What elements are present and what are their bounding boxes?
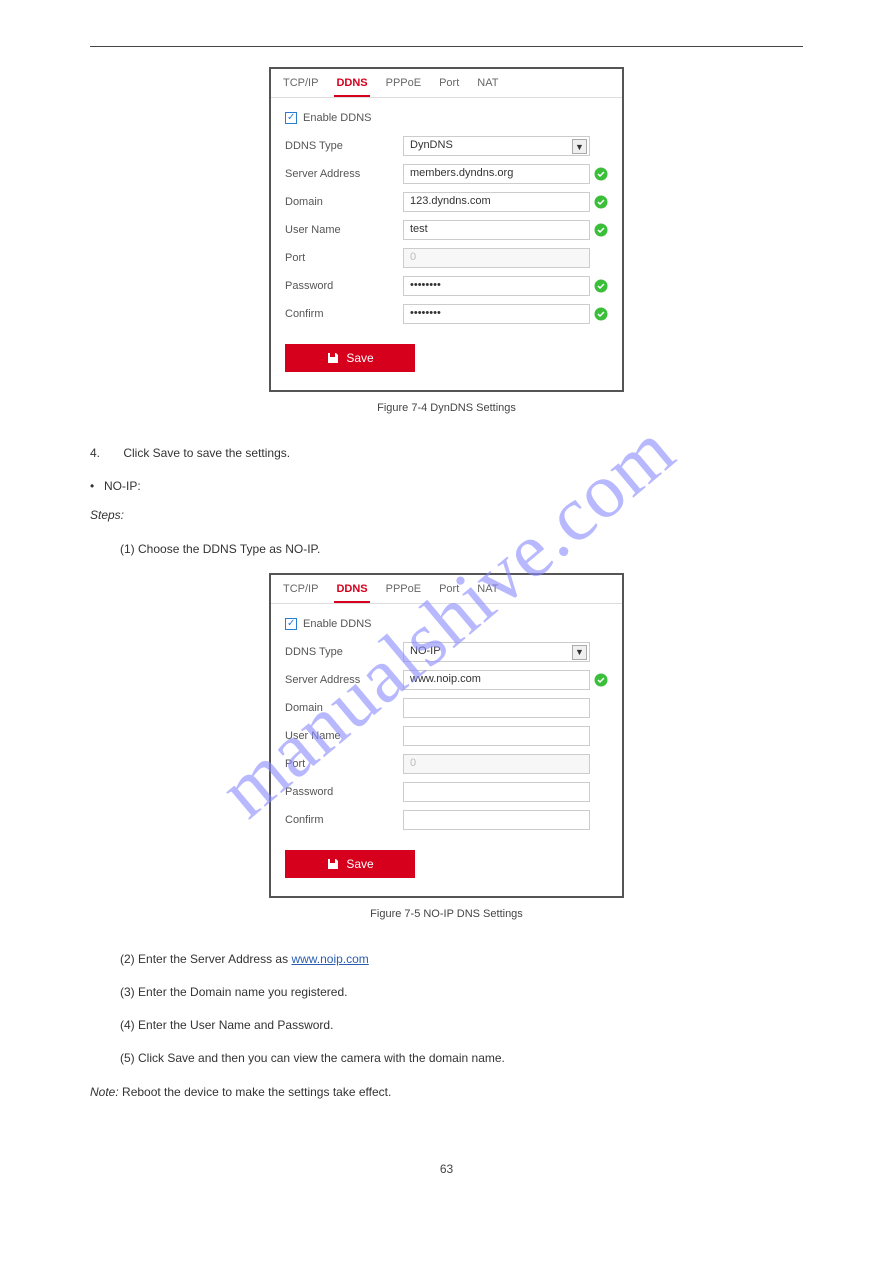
tab-ddns[interactable]: DDNS	[334, 583, 369, 603]
confirm-label: Confirm	[285, 308, 403, 320]
noip-step-4: (4) Enter the User Name and Password.	[120, 1016, 803, 1035]
domain-input[interactable]: 123.dyndns.com	[403, 192, 590, 212]
tab-pppoe[interactable]: PPPoE	[384, 583, 423, 603]
ddns-type-label: DDNS Type	[285, 646, 403, 658]
figure-caption-1: Figure 7-4 DynDNS Settings	[90, 402, 803, 414]
noip-step-2: (2) Enter the Server Address as www.noip…	[120, 950, 803, 969]
password-label: Password	[285, 280, 403, 292]
server-address-input[interactable]: www.noip.com	[403, 670, 590, 690]
tab-port[interactable]: Port	[437, 77, 461, 97]
figure-caption-2: Figure 7-5 NO-IP DNS Settings	[90, 908, 803, 920]
noip-heading: •NO-IP:	[90, 477, 803, 496]
tab-pppoe[interactable]: PPPoE	[384, 77, 423, 97]
tab-ddns[interactable]: DDNS	[334, 77, 369, 97]
ddns-type-select[interactable]: NO-IP ▼	[403, 642, 590, 662]
tab-port[interactable]: Port	[437, 583, 461, 603]
save-icon	[326, 857, 340, 871]
save-button[interactable]: Save	[285, 850, 415, 878]
noip-step-1: (1) Choose the DDNS Type as NO-IP.	[120, 540, 803, 559]
ddns-type-value: NO-IP	[410, 645, 441, 657]
valid-icon	[594, 307, 608, 321]
port-input[interactable]: 0	[403, 248, 590, 268]
ddns-panel-noip: TCP/IP DDNS PPPoE Port NAT ✓ Enable DDNS…	[269, 573, 624, 898]
chevron-down-icon: ▼	[572, 139, 587, 154]
tab-nat[interactable]: NAT	[475, 77, 500, 97]
tab-tcpip[interactable]: TCP/IP	[281, 77, 320, 97]
valid-icon	[594, 195, 608, 209]
valid-icon	[594, 279, 608, 293]
server-address-label: Server Address	[285, 168, 403, 180]
port-input[interactable]: 0	[403, 754, 590, 774]
save-icon	[326, 351, 340, 365]
steps-label: Steps:	[90, 506, 803, 525]
noip-step-5: (5) Click Save and then you can view the…	[120, 1049, 803, 1068]
save-button[interactable]: Save	[285, 344, 415, 372]
tab-nat[interactable]: NAT	[475, 583, 500, 603]
ddns-type-value: DynDNS	[410, 139, 453, 151]
noip-link[interactable]: www.noip.com	[291, 952, 368, 966]
username-input[interactable]	[403, 726, 590, 746]
enable-ddns-label: Enable DDNS	[303, 618, 371, 630]
header-rule	[90, 46, 803, 47]
domain-label: Domain	[285, 196, 403, 208]
tab-bar: TCP/IP DDNS PPPoE Port NAT	[271, 69, 622, 98]
tab-bar: TCP/IP DDNS PPPoE Port NAT	[271, 575, 622, 604]
domain-label: Domain	[285, 702, 403, 714]
note-text: Note: Reboot the device to make the sett…	[90, 1083, 803, 1102]
confirm-input[interactable]	[403, 810, 590, 830]
password-input[interactable]: ••••••••	[403, 276, 590, 296]
chevron-down-icon: ▼	[572, 645, 587, 660]
enable-ddns-label: Enable DDNS	[303, 112, 371, 124]
enable-ddns-checkbox[interactable]: ✓	[285, 112, 297, 124]
ddns-type-label: DDNS Type	[285, 140, 403, 152]
server-address-input[interactable]: members.dyndns.org	[403, 164, 590, 184]
password-label: Password	[285, 786, 403, 798]
valid-icon	[594, 167, 608, 181]
enable-ddns-checkbox[interactable]: ✓	[285, 618, 297, 630]
confirm-input[interactable]: ••••••••	[403, 304, 590, 324]
username-label: User Name	[285, 730, 403, 742]
port-label: Port	[285, 758, 403, 770]
password-input[interactable]	[403, 782, 590, 802]
page-number: 63	[90, 1162, 803, 1176]
ddns-type-select[interactable]: DynDNS ▼	[403, 136, 590, 156]
domain-input[interactable]	[403, 698, 590, 718]
ddns-panel-dyndns: TCP/IP DDNS PPPoE Port NAT ✓ Enable DDNS…	[269, 67, 624, 392]
instruction-step-4: 4. Click Save to save the settings.	[90, 444, 803, 463]
confirm-label: Confirm	[285, 814, 403, 826]
tab-tcpip[interactable]: TCP/IP	[281, 583, 320, 603]
save-label: Save	[346, 351, 373, 365]
server-address-label: Server Address	[285, 674, 403, 686]
username-input[interactable]: test	[403, 220, 590, 240]
username-label: User Name	[285, 224, 403, 236]
valid-icon	[594, 673, 608, 687]
valid-icon	[594, 223, 608, 237]
save-label: Save	[346, 857, 373, 871]
noip-step-3: (3) Enter the Domain name you registered…	[120, 983, 803, 1002]
port-label: Port	[285, 252, 403, 264]
